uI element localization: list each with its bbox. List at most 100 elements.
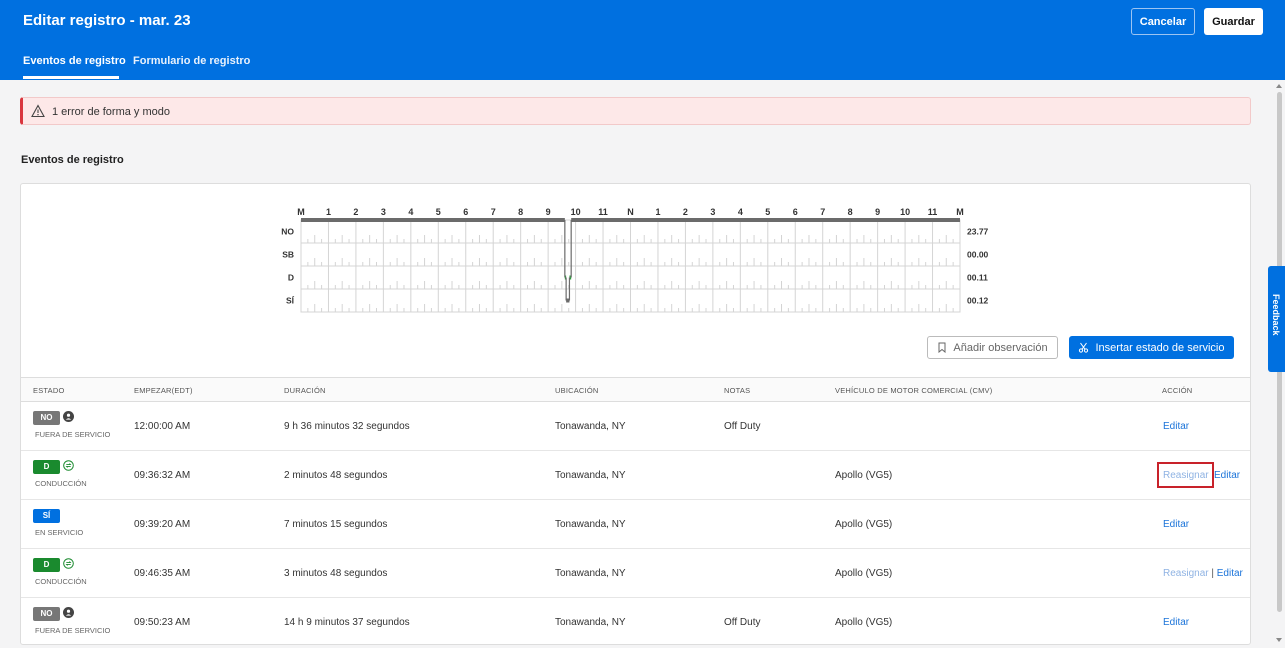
- page-header: Editar registro - mar. 23 Cancelar Guard…: [0, 0, 1285, 80]
- start-time: 12:00:00 AM: [134, 421, 191, 432]
- hour-label: 9: [875, 207, 880, 217]
- duration: 7 minutos 15 segundos: [284, 519, 388, 530]
- table-row: D CONDUCCIÓN 09:46:35 AM 3 minutos 48 se…: [21, 549, 1250, 598]
- header-vehicle: VEHÍCULO DE MOTOR COMERCIAL (CMV): [835, 386, 993, 395]
- hour-label: 7: [491, 207, 496, 217]
- location: Tonawanda, NY: [555, 470, 626, 481]
- start-time: 09:39:20 AM: [134, 519, 191, 530]
- location: Tonawanda, NY: [555, 421, 626, 432]
- action-separator: |: [1211, 568, 1214, 579]
- edit-link[interactable]: Editar: [1214, 470, 1240, 481]
- page-title: Editar registro - mar. 23: [23, 12, 191, 29]
- duration: 9 h 36 minutos 32 segundos: [284, 421, 410, 432]
- header-location: UBICACIÓN: [555, 386, 599, 395]
- table-header: ESTADO EMPEZAR(EDT) DURACIÓN UBICACIÓN N…: [21, 377, 1250, 402]
- table-row: SÍ EN SERVICIO 09:39:20 AM 7 minutos 15 …: [21, 500, 1250, 549]
- hour-label: 6: [463, 207, 468, 217]
- vehicle: Apollo (VG5): [835, 519, 893, 530]
- status-badge: NO: [33, 607, 60, 621]
- location: Tonawanda, NY: [555, 568, 626, 579]
- row-total: 00.11: [967, 273, 988, 283]
- feedback-label: Feedback: [1271, 294, 1281, 336]
- hour-label: 1: [655, 207, 660, 217]
- status-badge: SÍ: [33, 509, 60, 523]
- table-row: D CONDUCCIÓN 09:36:32 AM 2 minutos 48 se…: [21, 451, 1250, 500]
- alert-message: 1 error de forma y modo: [52, 106, 170, 118]
- row-total: 00.12: [967, 296, 989, 306]
- save-button[interactable]: Guardar: [1204, 8, 1263, 35]
- vehicle: Apollo (VG5): [835, 568, 893, 579]
- duration: 14 h 9 minutos 37 segundos: [284, 617, 410, 628]
- insert-label: Insertar estado de servicio: [1095, 341, 1225, 354]
- error-alert: 1 error de forma y modo: [20, 97, 1251, 125]
- scissors-icon: [1079, 342, 1089, 353]
- table-row: NO FUERA DE SERVICIO 12:00:00 AM 9 h 36 …: [21, 402, 1250, 451]
- table-row: NO FUERA DE SERVICIO 09:50:23 AM 14 h 9 …: [21, 598, 1250, 644]
- notes: Off Duty: [724, 617, 761, 628]
- status-badge: D: [33, 558, 60, 572]
- hour-label: 9: [546, 207, 551, 217]
- hour-label: M: [956, 207, 964, 217]
- hour-label: 3: [710, 207, 715, 217]
- hour-label: 8: [848, 207, 853, 217]
- status-badge: NO: [33, 411, 60, 425]
- hour-label: 4: [408, 207, 413, 217]
- start-time: 09:46:35 AM: [134, 568, 191, 579]
- status-badge: D: [33, 460, 60, 474]
- header-duration: DURACIÓN: [284, 386, 326, 395]
- reassign-link[interactable]: Reasignar: [1163, 568, 1209, 579]
- hour-label: 7: [820, 207, 825, 217]
- edit-link[interactable]: Editar: [1163, 421, 1189, 432]
- status-label: CONDUCCIÓN: [35, 479, 87, 488]
- add-note-label: Añadir observación: [953, 341, 1048, 354]
- hour-label: 4: [738, 207, 743, 217]
- hour-label: N: [627, 207, 634, 217]
- edit-link[interactable]: Editar: [1163, 519, 1189, 530]
- header-start: EMPEZAR(EDT): [134, 386, 193, 395]
- hour-label: 8: [518, 207, 523, 217]
- hour-label: 1: [326, 207, 331, 217]
- feedback-tab[interactable]: Feedback: [1268, 266, 1285, 372]
- sync-icon: [63, 460, 74, 471]
- active-tab-indicator: [23, 76, 119, 79]
- row-actions: Reasignar | Editar: [1163, 568, 1243, 579]
- hour-label: 11: [598, 207, 608, 217]
- hour-label: 3: [381, 207, 386, 217]
- row-label: SÍ: [286, 296, 295, 306]
- row-label: SB: [282, 250, 294, 260]
- hour-label: 2: [353, 207, 358, 217]
- hour-label: 2: [683, 207, 688, 217]
- row-total: 00.00: [967, 250, 989, 260]
- status-label: FUERA DE SERVICIO: [35, 430, 111, 439]
- scroll-down-arrow-icon[interactable]: [1276, 638, 1282, 642]
- header-action: ACCIÓN: [1162, 386, 1193, 395]
- sync-icon: [63, 558, 74, 569]
- edit-link[interactable]: Editar: [1217, 568, 1243, 579]
- hour-label: 10: [900, 207, 910, 217]
- duration: 2 minutos 48 segundos: [284, 470, 388, 481]
- section-title: Eventos de registro: [21, 154, 124, 166]
- warning-icon: [31, 104, 45, 118]
- location: Tonawanda, NY: [555, 617, 626, 628]
- status-label: CONDUCCIÓN: [35, 577, 87, 586]
- row-label: NO: [281, 227, 294, 237]
- scroll-up-arrow-icon[interactable]: [1276, 84, 1282, 88]
- vehicle: Apollo (VG5): [835, 617, 893, 628]
- start-time: 09:36:32 AM: [134, 470, 191, 481]
- hour-label: 5: [436, 207, 441, 217]
- insert-duty-status-button[interactable]: Insertar estado de servicio: [1069, 336, 1234, 359]
- duration: 3 minutos 48 segundos: [284, 568, 388, 579]
- tab-log-form[interactable]: Formulario de registro: [133, 55, 250, 67]
- bookmark-icon: [938, 342, 946, 353]
- tab-log-events[interactable]: Eventos de registro: [23, 55, 126, 67]
- start-time: 09:50:23 AM: [134, 617, 191, 628]
- status-label: EN SERVICIO: [35, 528, 84, 537]
- add-note-button[interactable]: Añadir observación: [927, 336, 1058, 359]
- cancel-button[interactable]: Cancelar: [1131, 8, 1195, 35]
- edit-link[interactable]: Editar: [1163, 617, 1189, 628]
- highlight-box: [1157, 462, 1214, 488]
- log-events-card: M 1 2 3 4 5 6 7 8 9 10 11 N 1 2 3 4 5 6 7 8 9 10 11 M NO 23.77 SB 00…: [20, 183, 1251, 645]
- hour-label: 6: [793, 207, 798, 217]
- hour-label: 11: [928, 207, 938, 217]
- row-total: 23.77: [967, 227, 989, 237]
